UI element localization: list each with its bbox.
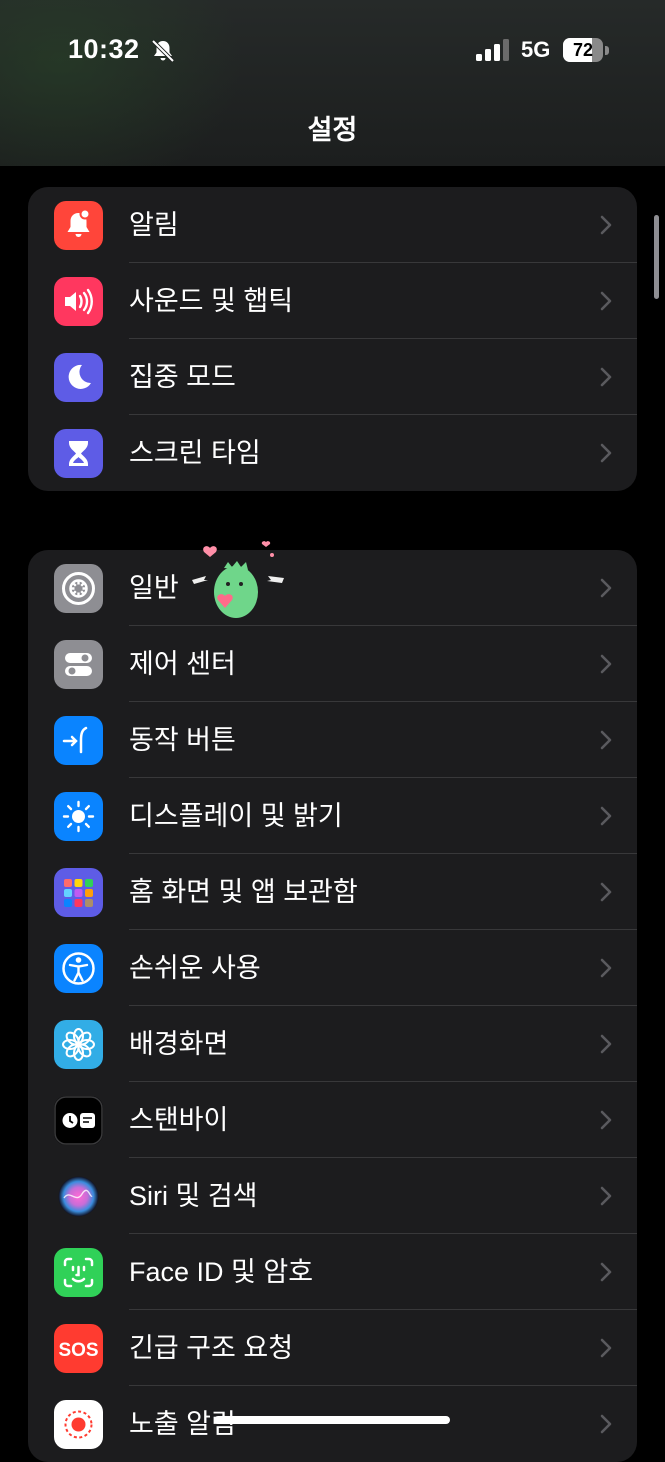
sun-icon — [54, 792, 103, 841]
chevron-right-icon — [600, 1110, 612, 1130]
bell-muted-icon — [151, 39, 175, 63]
siri-orb-icon — [54, 1172, 103, 1221]
hourglass-icon — [54, 429, 103, 478]
settings-row-label: 일반 — [129, 573, 179, 603]
chevron-right-icon — [600, 1414, 612, 1434]
settings-row-label: 동작 버튼 — [129, 725, 236, 755]
chevron-right-icon — [600, 730, 612, 750]
settings-row-exposure-notification[interactable]: 노출 알림 — [28, 1386, 637, 1462]
settings-row-hourglass[interactable]: 스크린 타임 — [28, 415, 637, 491]
settings-row-face-id[interactable]: Face ID 및 암호 — [28, 1234, 637, 1310]
settings-row-action-button[interactable]: 동작 버튼 — [28, 702, 637, 778]
chevron-right-icon — [600, 654, 612, 674]
face-id-icon — [54, 1248, 103, 1297]
settings-row-label: 긴급 구조 요청 — [129, 1333, 294, 1363]
battery-indicator: 72 — [563, 38, 611, 62]
settings-group-2: 일반제어 센터동작 버튼디스플레이 및 밝기홈 화면 및 앱 보관함손쉬운 사용… — [28, 550, 637, 1462]
settings-row-label: 손쉬운 사용 — [129, 953, 261, 983]
dinosaur-sticker-icon — [192, 541, 284, 618]
notification-bell-icon — [54, 201, 103, 250]
chevron-right-icon — [600, 367, 612, 387]
chevron-right-icon — [600, 1338, 612, 1358]
settings-row-label: 노출 알림 — [129, 1409, 236, 1439]
settings-row-label: 스탠바이 — [129, 1105, 229, 1135]
settings-row-label: 집중 모드 — [129, 362, 236, 392]
sos-icon: SOS — [54, 1324, 103, 1373]
flower-icon — [54, 1020, 103, 1069]
settings-row-label: Face ID 및 암호 — [129, 1257, 314, 1287]
network-type: 5G — [521, 37, 551, 62]
chevron-right-icon — [600, 1262, 612, 1282]
settings-row-label: 배경화면 — [129, 1029, 229, 1059]
settings-row-moon[interactable]: 집중 모드 — [28, 339, 637, 415]
accessibility-icon — [54, 944, 103, 993]
settings-row-sos[interactable]: SOS 긴급 구조 요청 — [28, 1310, 637, 1386]
speaker-icon — [54, 277, 103, 326]
moon-icon — [54, 353, 103, 402]
settings-row-accessibility[interactable]: 손쉬운 사용 — [28, 930, 637, 1006]
settings-row-label: 스크린 타임 — [129, 438, 261, 468]
standby-icon — [54, 1096, 103, 1145]
chevron-right-icon — [600, 1034, 612, 1054]
settings-row-sun[interactable]: 디스플레이 및 밝기 — [28, 778, 637, 854]
settings-row-label: 사운드 및 햅틱 — [129, 286, 294, 316]
home-indicator[interactable] — [214, 1416, 450, 1424]
app-grid-icon — [54, 868, 103, 917]
chevron-right-icon — [600, 578, 612, 598]
chevron-right-icon — [600, 215, 612, 235]
settings-row-label: 알림 — [129, 210, 179, 240]
battery-percent: 72 — [572, 40, 594, 60]
settings-group-1: 알림사운드 및 햅틱집중 모드스크린 타임 — [28, 187, 637, 491]
settings-row-notification-bell[interactable]: 알림 — [28, 187, 637, 263]
cellular-signal-icon — [476, 39, 509, 61]
sos-label: SOS — [58, 1340, 98, 1361]
status-time: 10:32 — [68, 34, 140, 64]
exposure-notification-icon — [54, 1400, 103, 1449]
chevron-right-icon — [600, 806, 612, 826]
chevron-right-icon — [600, 958, 612, 978]
page-title: 설정 — [307, 115, 358, 145]
chevron-right-icon — [600, 291, 612, 311]
gear-icon — [54, 564, 103, 613]
settings-row-standby[interactable]: 스탠바이 — [28, 1082, 637, 1158]
settings-row-flower[interactable]: 배경화면 — [28, 1006, 637, 1082]
scrollbar[interactable] — [654, 215, 659, 299]
settings-row-siri-orb[interactable]: Siri 및 검색 — [28, 1158, 637, 1234]
settings-row-label: 홈 화면 및 앱 보관함 — [129, 877, 358, 907]
settings-row-toggle-switches[interactable]: 제어 센터 — [28, 626, 637, 702]
settings-row-label: 디스플레이 및 밝기 — [129, 801, 343, 831]
navigation-header: 10:32 5G 72 설정 — [0, 0, 665, 166]
chevron-right-icon — [600, 1186, 612, 1206]
chevron-right-icon — [600, 882, 612, 902]
action-button-icon — [54, 716, 103, 765]
settings-row-speaker[interactable]: 사운드 및 햅틱 — [28, 263, 637, 339]
settings-row-gear[interactable]: 일반 — [28, 550, 637, 626]
settings-row-label: Siri 및 검색 — [129, 1181, 258, 1211]
chevron-right-icon — [600, 443, 612, 463]
settings-row-app-grid[interactable]: 홈 화면 및 앱 보관함 — [28, 854, 637, 930]
settings-row-label: 제어 센터 — [129, 649, 236, 679]
toggle-switches-icon — [54, 640, 103, 689]
